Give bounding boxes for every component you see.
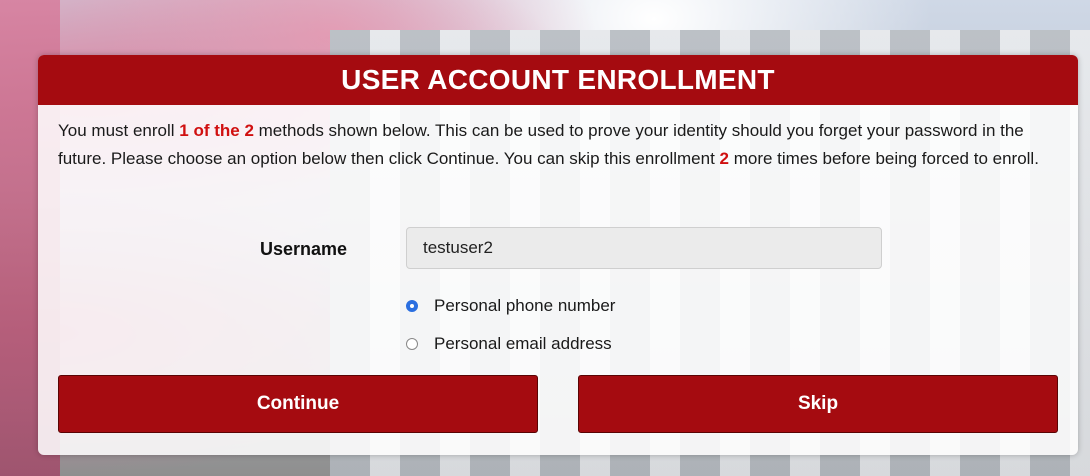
instructions-text: You must enroll 1 of the 2 methods shown… <box>58 117 1058 173</box>
enrollment-options: Personal phone number Personal email add… <box>406 291 615 367</box>
skip-button[interactable]: Skip <box>578 375 1058 433</box>
radio-phone[interactable] <box>406 300 418 312</box>
username-row: Username <box>38 227 1078 271</box>
option-phone[interactable]: Personal phone number <box>406 291 615 321</box>
continue-button[interactable]: Continue <box>58 375 538 433</box>
option-email-label[interactable]: Personal email address <box>434 334 612 354</box>
option-email[interactable]: Personal email address <box>406 329 615 359</box>
instructions-highlight-skips: 2 <box>719 149 729 168</box>
instructions-highlight-count: 1 of the 2 <box>179 121 254 140</box>
enrollment-card: USER ACCOUNT ENROLLMENT You must enroll … <box>38 55 1078 455</box>
instructions-part-1: You must enroll <box>58 121 180 140</box>
card-header: USER ACCOUNT ENROLLMENT <box>38 55 1078 105</box>
radio-email[interactable] <box>406 338 418 350</box>
page-title: USER ACCOUNT ENROLLMENT <box>341 64 775 95</box>
username-field[interactable] <box>406 227 882 269</box>
button-row: Continue Skip <box>58 375 1058 433</box>
username-label: Username <box>260 239 348 259</box>
instructions-part-3: more times before being forced to enroll… <box>729 149 1039 168</box>
option-phone-label[interactable]: Personal phone number <box>434 296 615 316</box>
